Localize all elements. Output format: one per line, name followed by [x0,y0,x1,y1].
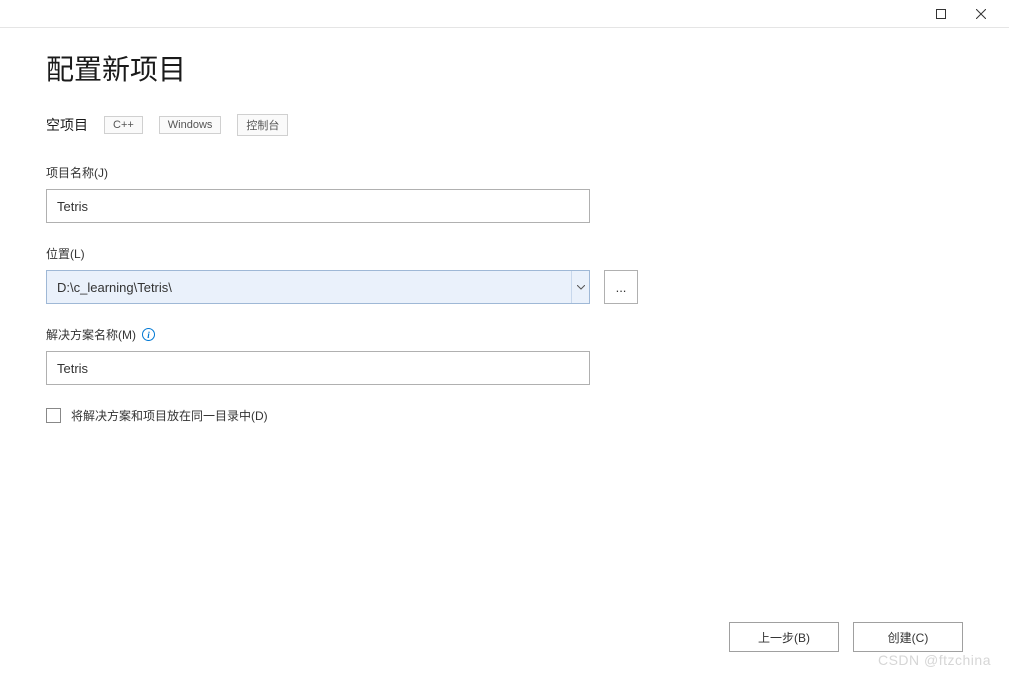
maximize-icon [936,9,946,19]
location-group: 位置(L) ... [46,245,963,304]
project-name-label: 项目名称(J) [46,164,963,181]
maximize-button[interactable] [921,0,961,28]
watermark: CSDN @ftzchina [878,652,991,668]
close-button[interactable] [961,0,1001,28]
solution-name-group: 解决方案名称(M) i [46,326,963,385]
solution-name-label-text: 解决方案名称(M) [46,326,136,343]
window-titlebar [0,0,1009,28]
project-name-group: 项目名称(J) [46,164,963,223]
same-directory-label: 将解决方案和项目放在同一目录中(D) [71,407,268,424]
back-button[interactable]: 上一步(B) [729,622,839,652]
create-button[interactable]: 创建(C) [853,622,963,652]
same-directory-checkbox[interactable] [46,408,61,423]
location-combo[interactable] [46,270,590,304]
close-icon [976,9,986,19]
template-tag-cpp: C++ [104,116,143,134]
template-tag-windows: Windows [159,116,222,134]
dialog-content: 配置新项目 空项目 C++ Windows 控制台 项目名称(J) 位置(L) … [0,28,1009,424]
dialog-footer: 上一步(B) 创建(C) [729,622,963,652]
template-name: 空项目 [46,115,88,135]
location-label: 位置(L) [46,245,963,262]
solution-name-label: 解决方案名称(M) i [46,326,963,343]
project-name-input[interactable] [46,189,590,223]
solution-name-input[interactable] [46,351,590,385]
browse-button[interactable]: ... [604,270,638,304]
info-icon[interactable]: i [142,328,155,341]
location-input[interactable] [46,270,590,304]
location-dropdown-button[interactable] [571,271,589,303]
page-title: 配置新项目 [46,48,963,88]
chevron-down-icon [577,285,585,290]
template-tag-console: 控制台 [237,114,288,136]
template-row: 空项目 C++ Windows 控制台 [46,114,963,136]
same-directory-row: 将解决方案和项目放在同一目录中(D) [46,407,963,424]
